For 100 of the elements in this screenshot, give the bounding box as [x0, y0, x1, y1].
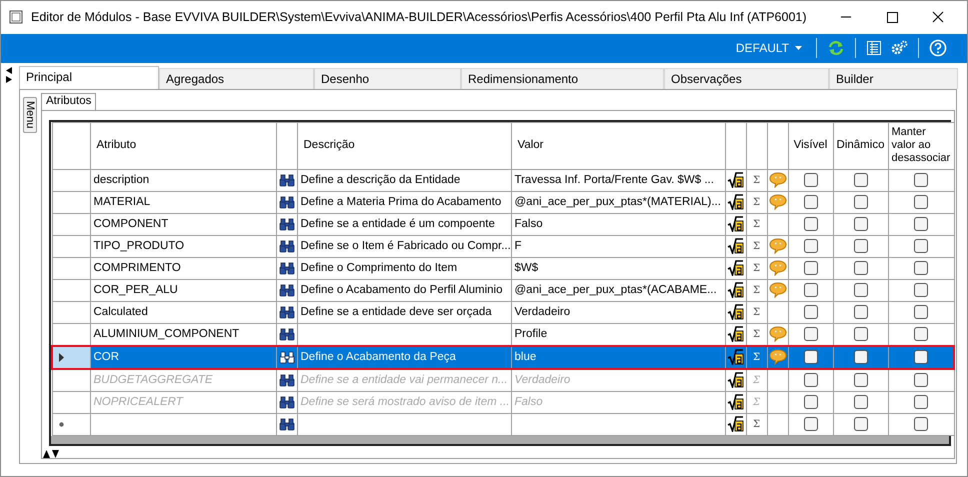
- table-cell: NOPRICEALERT: [90, 391, 276, 414]
- checkbox[interactable]: [914, 261, 928, 276]
- binoculars-icon[interactable]: [278, 350, 294, 364]
- checkbox[interactable]: [804, 350, 818, 364]
- table-cell: Define se o Item é Fabricado ou Compr...: [297, 235, 511, 258]
- list-icon[interactable]: [866, 40, 882, 56]
- binoculars-icon[interactable]: [278, 218, 294, 231]
- binoculars-icon[interactable]: [278, 174, 294, 187]
- sum-symbol[interactable]: Σ: [746, 169, 767, 192]
- formula-icon[interactable]: [727, 326, 744, 342]
- binoculars-icon[interactable]: [278, 196, 294, 209]
- sum-symbol[interactable]: Σ: [746, 301, 767, 324]
- sum-symbol[interactable]: Σ: [746, 279, 767, 302]
- checkbox[interactable]: [804, 417, 818, 432]
- checkbox[interactable]: [914, 350, 928, 364]
- table-cell: TIPO_PRODUTO: [90, 235, 276, 258]
- table-cell: Define a descrição da Entidade: [297, 169, 511, 192]
- binoculars-icon[interactable]: [278, 418, 294, 431]
- tab[interactable]: Principal: [19, 66, 159, 89]
- tab[interactable]: Agregados: [159, 68, 314, 89]
- formula-icon[interactable]: [727, 349, 744, 366]
- profile-dropdown[interactable]: DEFAULT: [732, 41, 806, 56]
- table-cell: Define o Acabamento da Peça: [297, 346, 511, 369]
- tab[interactable]: Desenho: [314, 68, 461, 89]
- caret-icon: [795, 46, 802, 50]
- binoculars-icon[interactable]: [278, 262, 294, 275]
- checkbox[interactable]: [804, 305, 818, 320]
- checkbox[interactable]: [804, 173, 818, 188]
- column-header[interactable]: Valor: [511, 122, 725, 170]
- tab[interactable]: Observações: [664, 68, 829, 89]
- table-cell: BUDGETAGGREGATE: [90, 368, 276, 392]
- checkbox[interactable]: [854, 305, 868, 320]
- table-cell: Define se será mostrado aviso de item ...: [297, 391, 511, 414]
- tab-scroll-icon[interactable]: [5, 67, 13, 84]
- sum-symbol[interactable]: Σ: [746, 413, 767, 436]
- checkbox[interactable]: [804, 261, 818, 276]
- column-header[interactable]: Atributo: [90, 122, 276, 170]
- settings-icon[interactable]: [890, 40, 908, 56]
- sum-symbol[interactable]: Σ: [746, 213, 767, 236]
- table-cell: F: [511, 235, 725, 258]
- checkbox[interactable]: [854, 261, 868, 276]
- table-cell: blue: [511, 346, 725, 369]
- table-cell: Falso: [511, 213, 725, 236]
- checkbox[interactable]: [914, 239, 928, 254]
- table-cell: $W$: [511, 257, 725, 280]
- checkbox[interactable]: [914, 327, 928, 342]
- table-cell: COMPRIMENTO: [90, 257, 276, 280]
- tab[interactable]: Builder: [829, 68, 958, 89]
- checkbox[interactable]: [804, 327, 818, 342]
- checkbox[interactable]: [854, 239, 868, 254]
- checkbox[interactable]: [914, 173, 928, 188]
- table-cell: Define se a entidade vai permanecer n...: [297, 368, 511, 392]
- checkbox[interactable]: [854, 217, 868, 232]
- table-cell: COMPONENT: [90, 213, 276, 236]
- help-icon[interactable]: [929, 39, 947, 58]
- column-header[interactable]: Manter valor ao desassociar: [888, 122, 954, 170]
- current-row-icon: [59, 352, 64, 362]
- table-cell: @ani_ace_per_pux_ptas*(ACABAME...: [511, 279, 725, 302]
- checkbox[interactable]: [854, 283, 868, 298]
- table-cell: Travessa Inf. Porta/Frente Gav. $W$ ...: [511, 169, 725, 192]
- speech-bubble-icon[interactable]: [768, 326, 786, 342]
- checkbox[interactable]: [854, 195, 868, 210]
- menu-button[interactable]: Menu: [23, 96, 37, 133]
- table-cell: Define se a entidade deve ser orçada: [297, 301, 511, 324]
- checkbox[interactable]: [854, 417, 868, 432]
- checkbox[interactable]: [914, 195, 928, 210]
- checkbox[interactable]: [854, 173, 868, 188]
- checkbox[interactable]: [854, 350, 868, 364]
- column-header: [746, 122, 767, 170]
- checkbox[interactable]: [914, 283, 928, 298]
- checkbox[interactable]: [914, 417, 928, 432]
- table-cell: COR: [90, 346, 276, 369]
- column-header[interactable]: Visível: [788, 122, 833, 170]
- speech-bubble-icon[interactable]: [768, 349, 786, 366]
- row-header[interactable]: [52, 346, 90, 369]
- checkbox[interactable]: [804, 217, 818, 232]
- binoculars-icon[interactable]: [278, 306, 294, 319]
- column-header[interactable]: Descrição: [297, 122, 511, 170]
- binoculars-icon[interactable]: [278, 328, 294, 341]
- checkbox[interactable]: [914, 305, 928, 320]
- table-cell: Verdadeiro: [511, 301, 725, 324]
- tab[interactable]: Redimensionamento: [461, 68, 664, 89]
- checkbox[interactable]: [804, 283, 818, 298]
- sum-symbol[interactable]: Σ: [746, 346, 767, 369]
- table-cell: Define a Materia Prima do Acabamento: [297, 191, 511, 214]
- checkbox[interactable]: [854, 327, 868, 342]
- binoculars-icon[interactable]: [278, 240, 294, 253]
- checkbox[interactable]: [804, 195, 818, 210]
- row-order-icon[interactable]: [43, 450, 59, 458]
- sum-symbol[interactable]: Σ: [746, 235, 767, 258]
- table-cell: Verdadeiro: [511, 368, 725, 392]
- table-cell: description: [90, 169, 276, 192]
- checkbox[interactable]: [914, 217, 928, 232]
- binoculars-icon[interactable]: [278, 284, 294, 297]
- table-cell: Falso: [511, 391, 725, 414]
- sum-symbol[interactable]: Σ: [746, 191, 767, 214]
- sum-symbol[interactable]: Σ: [746, 257, 767, 280]
- checkbox[interactable]: [804, 239, 818, 254]
- column-header[interactable]: Dinâmico: [833, 122, 888, 170]
- tab[interactable]: Atributos: [41, 92, 96, 110]
